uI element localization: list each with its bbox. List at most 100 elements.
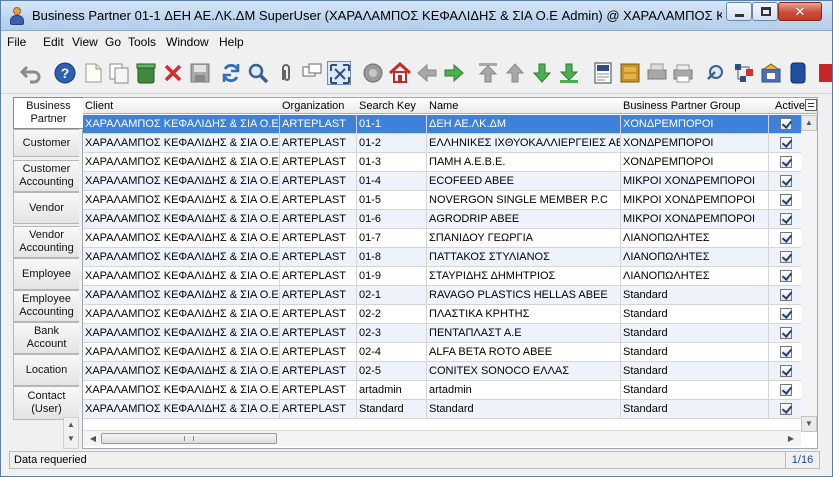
print-button[interactable] bbox=[671, 61, 695, 85]
cell-client[interactable]: ΧΑΡΑΛΑΜΠΟΣ ΚΕΦΑΛΙΔΗΣ & ΣΙΑ Ο.Ε bbox=[83, 248, 280, 266]
cell-client[interactable]: ΧΑΡΑΛΑΜΠΟΣ ΚΕΦΑΛΙΔΗΣ & ΣΙΑ Ο.Ε bbox=[83, 324, 280, 342]
cell-client[interactable]: ΧΑΡΑΛΑΜΠΟΣ ΚΕΦΑΛΙΔΗΣ & ΣΙΑ Ο.Ε bbox=[83, 134, 280, 152]
active-checkbox[interactable] bbox=[780, 346, 792, 358]
archive-button[interactable] bbox=[618, 61, 642, 85]
print-preview-button[interactable] bbox=[645, 61, 669, 85]
cell-bp-group[interactable]: ΛΙΑΝΟΠΩΛΗΤΕΣ bbox=[621, 267, 769, 285]
cell-name[interactable]: ΠΑΤΤΑΚΟΣ ΣΤΥΛΙΑΝΟΣ bbox=[427, 248, 621, 266]
menu-help[interactable]: Help bbox=[219, 35, 244, 49]
table-row[interactable]: ΧΑΡΑΛΑΜΠΟΣ ΚΕΦΑΛΙΔΗΣ & ΣΙΑ Ο.Ε ARTEPLAST 0… bbox=[83, 343, 817, 362]
active-checkbox[interactable] bbox=[780, 137, 792, 149]
home-button[interactable] bbox=[388, 61, 412, 85]
column-header-search-key[interactable]: Search Key bbox=[357, 98, 427, 114]
table-row[interactable]: ΧΑΡΑΛΑΜΠΟΣ ΚΕΦΑΛΙΔΗΣ & ΣΙΑ Ο.Ε ARTEPLAST 0… bbox=[83, 134, 817, 153]
column-header-organization[interactable]: Organization bbox=[280, 98, 357, 114]
table-row[interactable]: ΧΑΡΑΛΑΜΠΟΣ ΚΕΦΑΛΙΔΗΣ & ΣΙΑ Ο.Ε ARTEPLAST 0… bbox=[83, 286, 817, 305]
cell-bp-group[interactable]: ΧΟΝΔΡΕΜΠΟΡΟΙ bbox=[621, 134, 769, 152]
cell-bp-group[interactable]: Standard bbox=[621, 381, 769, 399]
cell-bp-group[interactable]: Standard bbox=[621, 324, 769, 342]
tab-customer-accounting[interactable]: Customer Accounting bbox=[13, 160, 79, 192]
cell-organization[interactable]: ARTEPLAST bbox=[280, 172, 357, 190]
save-button[interactable] bbox=[188, 61, 212, 85]
column-header-name[interactable]: Name bbox=[427, 98, 621, 114]
cell-name[interactable]: ΠΕΝΤΑΠΛΑΣΤ Α.Ε bbox=[427, 324, 621, 342]
cell-bp-group[interactable]: ΛΙΑΝΟΠΩΛΗΤΕΣ bbox=[621, 248, 769, 266]
cell-client[interactable]: ΧΑΡΑΛΑΜΠΟΣ ΚΕΦΑΛΙΔΗΣ & ΣΙΑ Ο.Ε bbox=[83, 305, 280, 323]
tab-scroll-down-icon[interactable]: ▼ bbox=[64, 432, 78, 446]
new-record-button[interactable] bbox=[81, 61, 105, 85]
chat-button[interactable] bbox=[300, 61, 324, 85]
active-checkbox[interactable] bbox=[780, 308, 792, 320]
table-row[interactable]: ΧΑΡΑΛΑΜΠΟΣ ΚΕΦΑΛΙΔΗΣ & ΣΙΑ Ο.Ε ARTEPLAST a… bbox=[83, 381, 817, 400]
cell-search-key[interactable]: 01-1 bbox=[357, 115, 427, 133]
active-checkbox[interactable] bbox=[780, 156, 792, 168]
cell-name[interactable]: ΠΑΜΗ Α.Ε.Β.Ε. bbox=[427, 153, 621, 171]
cell-search-key[interactable]: 02-4 bbox=[357, 343, 427, 361]
cell-name[interactable]: ΣΤΑΥΡΙΔΗΣ ΔΗΜΗΤΡΙΟΣ bbox=[427, 267, 621, 285]
cell-search-key[interactable]: 01-7 bbox=[357, 229, 427, 247]
tab-employee[interactable]: Employee bbox=[13, 258, 79, 290]
table-row[interactable]: ΧΑΡΑΛΑΜΠΟΣ ΚΕΦΑΛΙΔΗΣ & ΣΙΑ Ο.Ε ARTEPLAST S… bbox=[83, 400, 817, 419]
last-record-button[interactable] bbox=[557, 61, 581, 85]
cell-organization[interactable]: ARTEPLAST bbox=[280, 248, 357, 266]
column-header-bp-group[interactable]: Business Partner Group bbox=[621, 98, 769, 114]
delete-record-button[interactable] bbox=[161, 61, 185, 85]
minimize-button[interactable] bbox=[726, 2, 752, 21]
tab-employee-accounting[interactable]: Employee Accounting bbox=[13, 290, 79, 322]
active-checkbox[interactable] bbox=[780, 251, 792, 263]
history-button[interactable] bbox=[361, 61, 385, 85]
cell-client[interactable]: ΧΑΡΑΛΑΜΠΟΣ ΚΕΦΑΛΙΔΗΣ & ΣΙΑ Ο.Ε bbox=[83, 229, 280, 247]
cell-client[interactable]: ΧΑΡΑΛΑΜΠΟΣ ΚΕΦΑΛΙΔΗΣ & ΣΙΑ Ο.Ε bbox=[83, 362, 280, 380]
attachment-button[interactable] bbox=[274, 61, 298, 85]
find-button[interactable] bbox=[246, 61, 270, 85]
cell-name[interactable]: ΣΠΑΝΙΔΟΥ ΓΕΩΡΓΙΑ bbox=[427, 229, 621, 247]
delete-selection-button[interactable] bbox=[134, 61, 158, 85]
menu-view[interactable]: View bbox=[72, 35, 98, 49]
active-checkbox[interactable] bbox=[780, 194, 792, 206]
scroll-down-icon[interactable]: ▼ bbox=[801, 416, 817, 432]
tab-bank-account[interactable]: Bank Account bbox=[13, 322, 79, 354]
cell-name[interactable]: ALFA BETA ROTO ABEE bbox=[427, 343, 621, 361]
cell-name[interactable]: Standard bbox=[427, 400, 621, 418]
cell-name[interactable]: ECOFEED ABEE bbox=[427, 172, 621, 190]
scroll-right-icon[interactable]: ▶ bbox=[783, 431, 799, 446]
active-checkbox[interactable] bbox=[780, 384, 792, 396]
cell-client[interactable]: ΧΑΡΑΛΑΜΠΟΣ ΚΕΦΑΛΙΔΗΣ & ΣΙΑ Ο.Ε bbox=[83, 267, 280, 285]
tab-vendor[interactable]: Vendor bbox=[13, 192, 79, 224]
cell-client[interactable]: ΧΑΡΑΛΑΜΠΟΣ ΚΕΦΑΛΙΔΗΣ & ΣΙΑ Ο.Ε bbox=[83, 286, 280, 304]
cell-name[interactable]: artadmin bbox=[427, 381, 621, 399]
report-button[interactable] bbox=[591, 61, 615, 85]
cell-bp-group[interactable]: ΛΙΑΝΟΠΩΛΗΤΕΣ bbox=[621, 229, 769, 247]
cell-bp-group[interactable]: ΧΟΝΔΡΕΜΠΟΡΟΙ bbox=[621, 115, 769, 133]
menu-file[interactable]: File bbox=[7, 35, 26, 49]
cell-organization[interactable]: ARTEPLAST bbox=[280, 286, 357, 304]
cell-search-key[interactable]: artadmin bbox=[357, 381, 427, 399]
active-checkbox[interactable] bbox=[780, 403, 792, 415]
cell-organization[interactable]: ARTEPLAST bbox=[280, 305, 357, 323]
cell-client[interactable]: ΧΑΡΑΛΑΜΠΟΣ ΚΕΦΑΛΙΔΗΣ & ΣΙΑ Ο.Ε bbox=[83, 153, 280, 171]
table-row[interactable]: ΧΑΡΑΛΑΜΠΟΣ ΚΕΦΑΛΙΔΗΣ & ΣΙΑ Ο.Ε ARTEPLAST 0… bbox=[83, 210, 817, 229]
record-count[interactable]: 1/16 bbox=[785, 452, 819, 468]
cell-bp-group[interactable]: Standard bbox=[621, 305, 769, 323]
cell-organization[interactable]: ARTEPLAST bbox=[280, 381, 357, 399]
cell-bp-group[interactable]: ΧΟΝΔΡΕΜΠΟΡΟΙ bbox=[621, 153, 769, 171]
cell-search-key[interactable]: 01-3 bbox=[357, 153, 427, 171]
tab-contact-user[interactable]: Contact (User) bbox=[13, 386, 79, 420]
cell-organization[interactable]: ARTEPLAST bbox=[280, 134, 357, 152]
cell-name[interactable]: NOVERGON SINGLE MEMBER P.C bbox=[427, 191, 621, 209]
column-header-client[interactable]: Client bbox=[83, 98, 280, 114]
horizontal-scrollbar[interactable]: ◀ ▶ bbox=[83, 430, 801, 446]
cell-bp-group[interactable]: Standard bbox=[621, 286, 769, 304]
cell-organization[interactable]: ARTEPLAST bbox=[280, 362, 357, 380]
active-checkbox[interactable] bbox=[780, 118, 792, 130]
cell-organization[interactable]: ARTEPLAST bbox=[280, 115, 357, 133]
cell-bp-group[interactable]: ΜΙΚΡΟΙ ΧΟΝΔΡΕΜΠΟΡΟΙ bbox=[621, 191, 769, 209]
cell-search-key[interactable]: 01-8 bbox=[357, 248, 427, 266]
grid-toggle-button[interactable] bbox=[327, 61, 351, 85]
table-row[interactable]: ΧΑΡΑΛΑΜΠΟΣ ΚΕΦΑΛΙΔΗΣ & ΣΙΑ Ο.Ε ARTEPLAST 0… bbox=[83, 362, 817, 381]
cell-organization[interactable]: ARTEPLAST bbox=[280, 324, 357, 342]
help-button[interactable]: ? bbox=[53, 61, 77, 85]
tab-scroll[interactable]: ▲ ▼ bbox=[63, 417, 79, 449]
table-row[interactable]: ΧΑΡΑΛΑΜΠΟΣ ΚΕΦΑΛΙΔΗΣ & ΣΙΑ Ο.Ε ARTEPLAST 0… bbox=[83, 229, 817, 248]
exit-button[interactable] bbox=[813, 61, 832, 85]
